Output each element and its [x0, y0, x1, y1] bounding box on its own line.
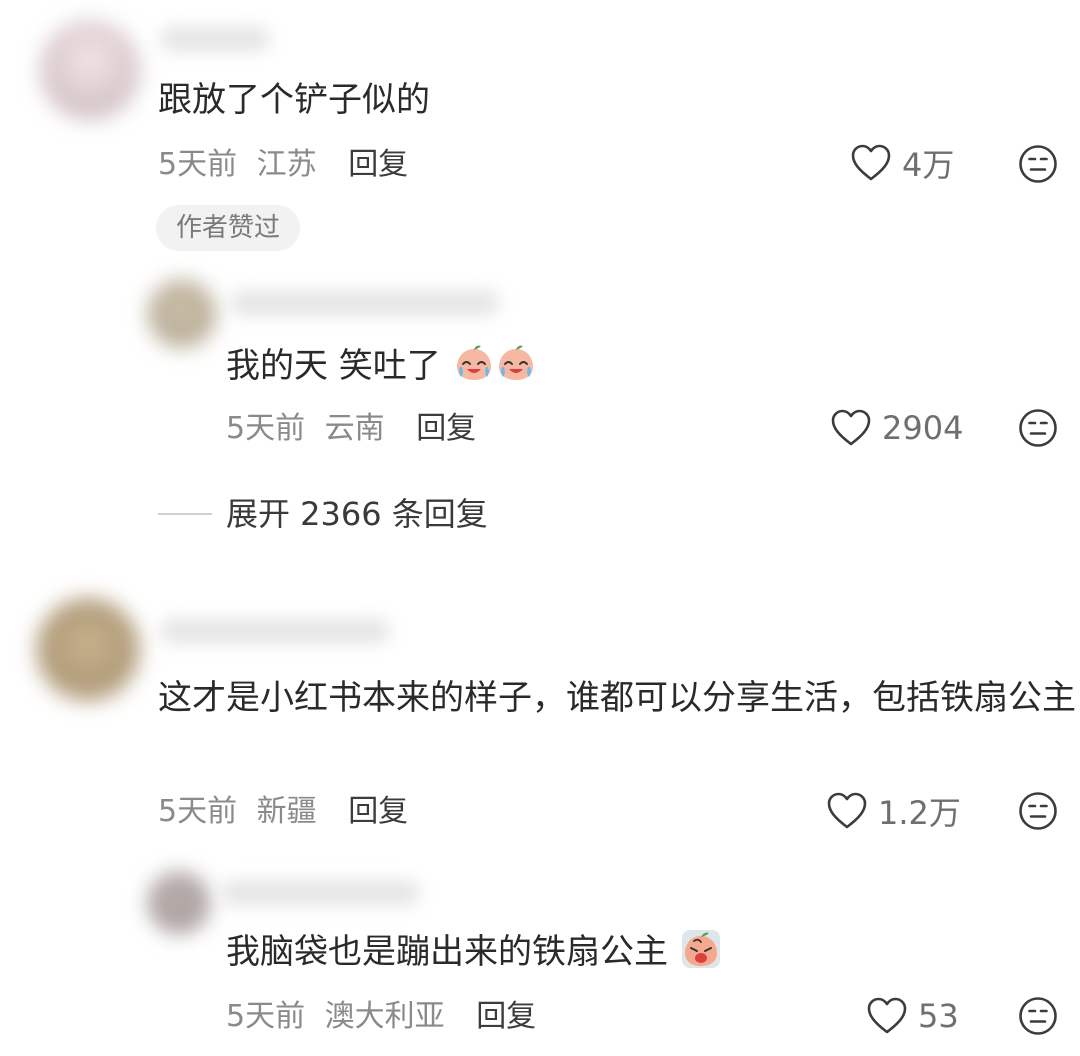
comment-time: 5天前	[158, 794, 238, 829]
reply-location: 云南	[324, 411, 385, 446]
reply-button[interactable]: 回复	[416, 411, 476, 446]
avatar[interactable]	[148, 872, 210, 934]
heart-outline-icon	[827, 792, 867, 829]
reply-location: 澳大利亚	[324, 999, 445, 1034]
username-blurred[interactable]	[220, 880, 420, 906]
comment-location: 江苏	[256, 147, 317, 182]
expand-replies-label: 展开 2366 条回复	[226, 495, 488, 533]
comment-text: 这才是小红书本来的样子，谁都可以分享生活，包括铁扇公主	[158, 678, 1076, 718]
reply-time: 5天前	[226, 411, 306, 446]
username-blurred[interactable]	[160, 26, 270, 52]
author-liked-badge: 作者赞过	[156, 205, 301, 251]
neutral-face-icon[interactable]	[1018, 144, 1058, 184]
reply-button[interactable]: 回复	[348, 794, 408, 829]
comment-time: 5天前	[158, 147, 238, 182]
reply-text: 我脑袋也是蹦出来的铁扇公主	[226, 928, 721, 976]
comment-meta: 5天前 江苏 回复	[158, 145, 408, 185]
comment-text: 跟放了个铲子似的	[158, 80, 430, 120]
like-button[interactable]: 1.2万	[826, 789, 961, 833]
heart-outline-icon	[851, 144, 891, 181]
reply-text-content: 我脑袋也是蹦出来的铁扇公主	[226, 932, 668, 972]
like-button[interactable]: 53	[866, 994, 959, 1038]
username-blurred[interactable]	[160, 618, 390, 644]
reply-button[interactable]: 回复	[348, 147, 408, 182]
avatar[interactable]	[148, 280, 216, 348]
reply-meta: 5天前 澳大利亚 回复	[226, 997, 536, 1037]
expand-replies-button[interactable]: 展开 2366 条回复	[158, 492, 488, 536]
laughing-crying-peach-emoji	[456, 345, 491, 380]
heart-outline-icon	[831, 409, 871, 446]
comment-location: 新疆	[256, 794, 317, 829]
like-button[interactable]: 2904	[830, 406, 963, 450]
username-blurred[interactable]	[230, 290, 500, 316]
heart-outline-icon	[867, 997, 907, 1034]
avatar[interactable]	[36, 598, 140, 702]
reply-text: 我的天 笑吐了	[226, 342, 536, 390]
neutral-face-icon[interactable]	[1018, 791, 1058, 831]
like-count: 4万	[902, 146, 955, 184]
reply-button[interactable]: 回复	[476, 999, 536, 1034]
like-count: 2904	[882, 409, 964, 447]
reply-text-content: 我的天 笑吐了	[226, 346, 441, 386]
laughing-crying-peach-emoji	[498, 345, 533, 380]
like-count: 1.2万	[878, 794, 961, 832]
neutral-face-icon[interactable]	[1018, 996, 1058, 1036]
like-button[interactable]: 4万	[850, 141, 954, 185]
reply-time: 5天前	[226, 999, 306, 1034]
crying-peach-emoji	[681, 930, 720, 968]
avatar[interactable]	[40, 20, 140, 120]
neutral-face-icon[interactable]	[1018, 408, 1058, 448]
divider	[158, 513, 212, 515]
reply-meta: 5天前 云南 回复	[226, 409, 476, 449]
comment-meta: 5天前 新疆 回复	[158, 792, 408, 832]
like-count: 53	[918, 997, 959, 1035]
